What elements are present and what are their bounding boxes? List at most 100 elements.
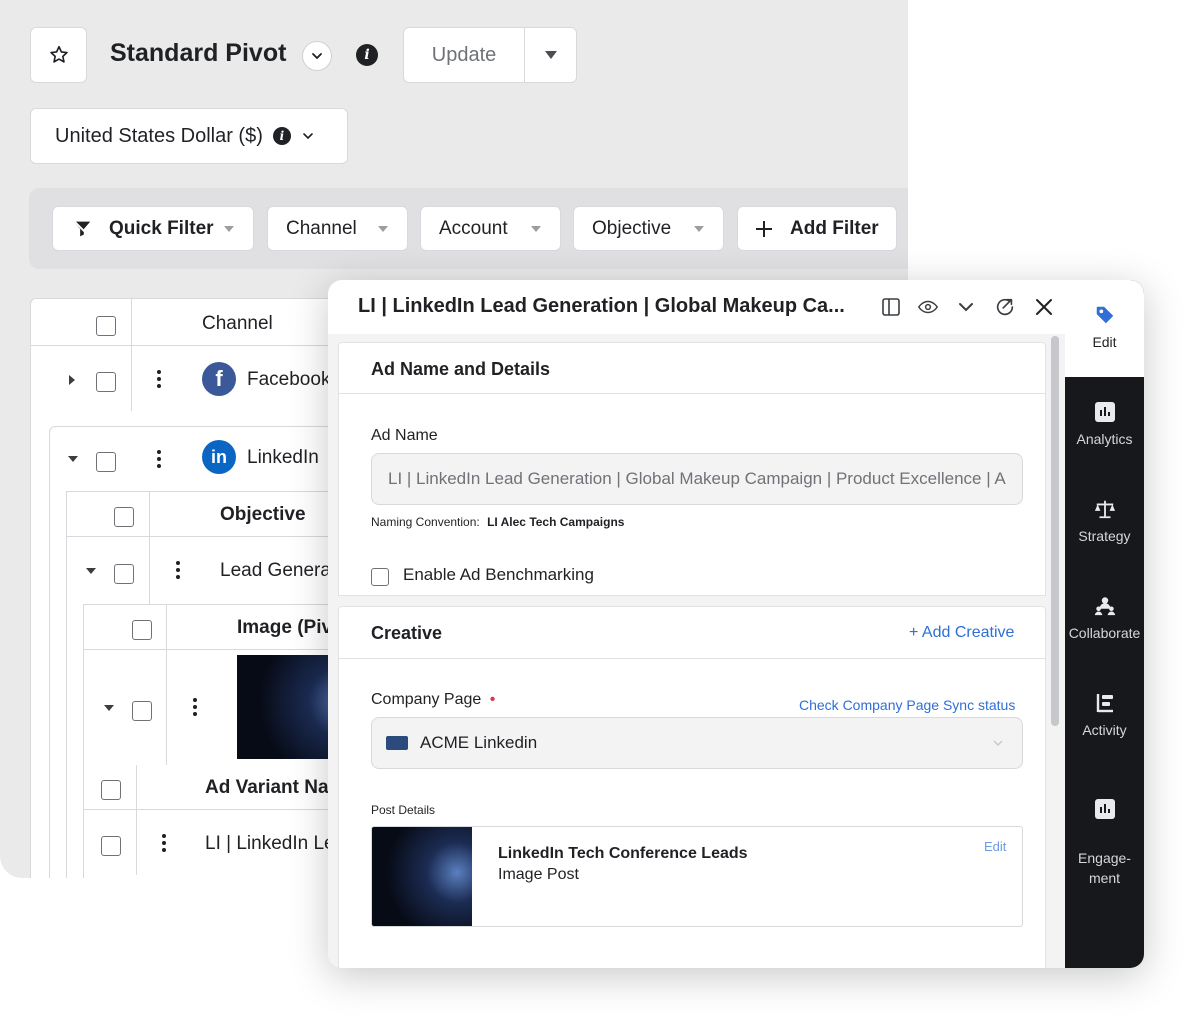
activity-icon [1096,694,1113,713]
sidebar-item-label: Collaborate [1068,625,1141,641]
row-checkbox[interactable] [96,372,116,392]
sidebar-layout-icon [882,298,900,316]
select-all-checkbox[interactable] [96,316,116,336]
chevron-down-icon [959,303,973,312]
collapse-row-icon[interactable] [68,456,78,462]
people-icon [1094,597,1115,616]
ad-name-label: Ad Name [371,427,438,444]
sidebar-item-analytics[interactable]: Analytics [1065,401,1144,447]
section-title: Ad Name and Details [371,359,551,379]
naming-convention-value: LI Alec Tech Campaigns [487,515,625,529]
ad-variant-row-label: LI | LinkedIn Le [205,833,335,854]
sidebar-item-activity[interactable]: Activity [1065,692,1144,738]
row-menu-icon[interactable] [157,450,161,471]
linkedin-icon: in [202,440,236,474]
panel-body: Ad Name and Details Ad Name LI | LinkedI… [328,334,1065,968]
row-menu-icon[interactable] [176,561,180,582]
select-all-checkbox[interactable] [114,507,134,527]
channel-filter[interactable]: Channel [267,206,408,251]
row-divider [67,536,363,537]
scale-icon [1094,500,1115,519]
sidebar-item-strategy[interactable]: Strategy [1065,498,1144,544]
row-menu-icon[interactable] [157,370,161,391]
add-filter-button[interactable]: Add Filter [737,206,897,251]
objective-filter[interactable]: Objective [573,206,724,251]
account-filter[interactable]: Account [420,206,561,251]
ad-name-input[interactable]: LI | LinkedIn Lead Generation | Global M… [371,453,1023,505]
update-button-group: Update [403,27,577,83]
plus-icon [756,220,772,237]
facebook-row-label: Facebook [247,369,331,390]
sidebar-item-engagement[interactable]: Engage- ment [1065,778,1144,908]
select-all-checkbox[interactable] [132,620,152,640]
quick-filter-label: Quick Filter [109,217,214,239]
row-checkbox[interactable] [96,452,116,472]
row-checkbox[interactable] [101,836,121,856]
bar-chart-icon [1094,402,1115,422]
row-checkbox[interactable] [114,564,134,584]
post-edit-link[interactable]: Edit [984,839,1006,854]
caret-down-icon [694,225,704,232]
panel-header: LI | LinkedIn Lead Generation | Global M… [328,280,1065,334]
update-dropdown-button[interactable] [525,50,576,60]
sidebar-item-collaborate[interactable]: Collaborate [1065,595,1144,641]
ad-details-card: Ad Name and Details Ad Name LI | LinkedI… [338,342,1046,596]
channel-filter-label: Channel [286,217,357,239]
ad-variant-column-header: Ad Variant Nam [205,777,346,798]
row-menu-icon[interactable] [162,834,166,855]
ad-details-panel: LI | LinkedIn Lead Generation | Global M… [328,280,1144,968]
post-title: LinkedIn Tech Conference Leads [498,845,748,862]
required-indicator: • [489,691,496,708]
objective-row-label: Lead Genera [220,560,331,581]
row-divider [31,345,361,346]
post-image-thumbnail [372,827,472,926]
more-options-button[interactable] [953,294,979,320]
company-page-label-text: Company Page [371,691,482,708]
creative-card: Creative + Add Creative Company Page • C… [338,606,1046,968]
close-icon [1036,299,1052,315]
naming-convention-label: Naming Convention: [371,515,480,529]
column-divider [166,605,167,765]
preview-button[interactable] [915,294,941,320]
objective-filter-label: Objective [592,217,672,239]
check-sync-link[interactable]: Check Company Page Sync status [799,697,1015,713]
caret-down-icon [544,51,557,59]
share-button[interactable] [992,294,1018,320]
select-all-checkbox[interactable] [101,780,121,800]
expand-row-icon[interactable] [69,375,75,385]
image-group: Image (Pivo Ad Variant Nam LI | LinkedIn… [83,604,364,878]
quick-filter-button[interactable]: Quick Filter [52,206,254,251]
favorite-button[interactable] [30,27,87,83]
split-view-button[interactable] [878,294,904,320]
info-icon[interactable]: i [272,127,291,145]
facebook-icon: f [202,362,236,396]
update-button[interactable]: Update [404,44,524,67]
sidebar-item-label: Edit [1092,334,1117,350]
account-filter-label: Account [439,217,508,239]
ad-variant-group: Ad Variant Nam LI | LinkedIn Le [84,765,364,878]
panel-title: LI | LinkedIn Lead Generation | Global M… [358,295,845,317]
collapse-row-icon[interactable] [104,705,114,711]
chevron-down-icon [312,53,322,60]
info-icon[interactable]: i [356,44,378,66]
add-creative-link[interactable]: + Add Creative [909,624,1014,642]
company-page-label: Company Page • [371,691,495,709]
row-divider [84,649,364,650]
collapse-row-icon[interactable] [86,568,96,574]
sidebar-item-edit[interactable]: Edit [1065,304,1144,350]
company-logo-icon [386,736,408,750]
currency-selector[interactable]: United States Dollar ($) i [30,108,348,164]
funnel-icon [72,218,92,239]
row-checkbox[interactable] [132,701,152,721]
close-button[interactable] [1031,294,1057,320]
panel-scrollbar[interactable] [1051,336,1059,726]
row-menu-icon[interactable] [193,698,197,719]
linkedin-row-label: LinkedIn [247,447,319,468]
currency-label: United States Dollar ($) [55,124,263,147]
report-menu-button[interactable] [302,41,332,71]
engagement-chart-icon [1094,799,1115,819]
benchmark-checkbox[interactable] [371,568,389,586]
company-page-select[interactable]: ACME Linkedin [371,717,1023,769]
post-card[interactable]: LinkedIn Tech Conference Leads Image Pos… [371,826,1023,927]
linkedin-group: in LinkedIn Objective Lead Genera Image … [49,426,364,878]
